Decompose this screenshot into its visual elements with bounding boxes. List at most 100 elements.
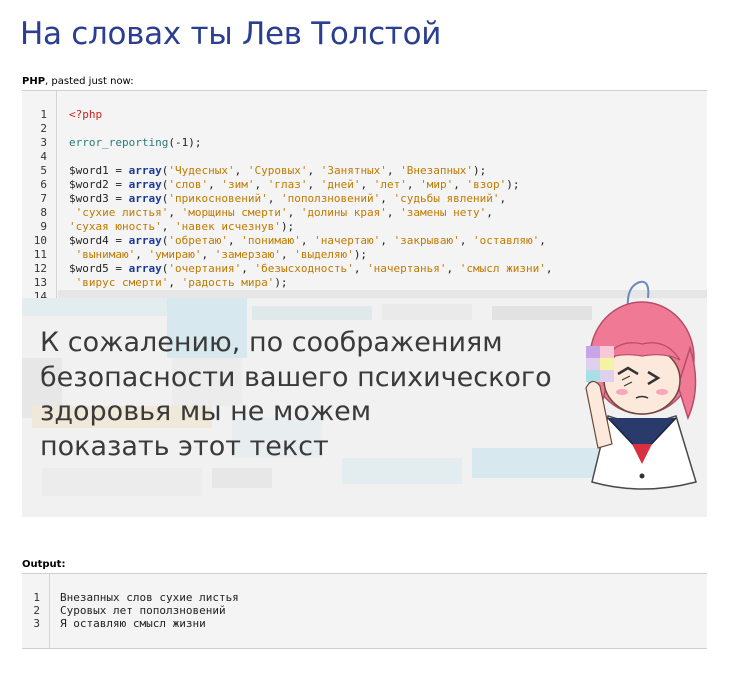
code-token: 'понимаю' xyxy=(241,234,301,247)
code-text: <?php xyxy=(69,108,102,122)
code-token: 'сухая юность' xyxy=(69,220,162,233)
code-token: $word1 = xyxy=(69,164,129,177)
code-token: , xyxy=(254,178,268,191)
code-token: 'навек исчезнув' xyxy=(174,220,281,233)
line-number: 4 xyxy=(40,150,47,163)
code-text: 'вирус смерти', 'радость мира'); xyxy=(69,276,288,290)
code-token: array xyxy=(128,164,162,177)
code-token: <?php xyxy=(69,108,103,121)
code-token: , xyxy=(446,262,460,275)
line-number: 13 xyxy=(33,276,47,289)
code-token: , xyxy=(307,178,321,191)
code-token: array xyxy=(128,234,162,247)
code-token: , xyxy=(241,262,255,275)
code-token: , xyxy=(287,206,301,219)
code-token: 'закрываю' xyxy=(393,234,460,247)
code-token: ); xyxy=(280,220,295,233)
code-token: , xyxy=(459,234,474,247)
code-token: 'мир' xyxy=(420,178,454,191)
output-line-number: 1 xyxy=(33,591,40,604)
code-token: array xyxy=(128,192,162,205)
censor-message-line: К сожалению, по соображениям xyxy=(40,327,503,358)
code-token: 'вынимаю' xyxy=(75,248,136,261)
code-token: 'дней' xyxy=(320,178,361,191)
code-token: 'замены нету' xyxy=(400,206,487,219)
line-number: 10 xyxy=(33,234,47,247)
code-token: , xyxy=(406,178,421,191)
code-token: 'начертанья' xyxy=(367,262,447,275)
code-token: , xyxy=(386,164,401,177)
code-token: ); xyxy=(473,164,487,177)
code-line: 3 error_reporting(-1); xyxy=(22,136,707,150)
output-line: 1 Внезапных слов сухие листья xyxy=(22,591,707,604)
code-token: 'сухие листья' xyxy=(75,206,169,219)
code-token: array xyxy=(128,262,162,275)
code-token: ); xyxy=(274,276,288,289)
code-text: $word2 = array('слов', 'зим', 'глаз', 'д… xyxy=(69,178,519,192)
code-token: , xyxy=(453,178,467,191)
line-number: 11 xyxy=(33,248,47,261)
code-token: 'зим' xyxy=(221,178,255,191)
code-token: , xyxy=(380,234,394,247)
code-token: 'взор' xyxy=(466,178,507,191)
code-token: (-1); xyxy=(168,136,202,149)
code-token: , xyxy=(208,178,222,191)
code-line: 10 $word4 = array('обретаю', 'понимаю', '… xyxy=(22,234,707,248)
output-line: 2 Суровых лет поползновений xyxy=(22,604,707,617)
pixelated-block xyxy=(252,306,372,320)
pixelated-block xyxy=(42,468,202,496)
code-token: 'обретаю' xyxy=(168,234,228,247)
output-lines: 1 Внезапных слов сухие листья 2 Суровых лет… xyxy=(22,591,707,630)
code-token: 'смысл жизни' xyxy=(459,262,546,275)
code-token: , xyxy=(486,206,493,219)
code-token: , xyxy=(386,206,401,219)
code-token: , xyxy=(234,164,248,177)
code-token: , xyxy=(227,234,242,247)
output-line-number: 2 xyxy=(33,604,40,617)
code-token: 'глаз' xyxy=(267,178,308,191)
code-token: error_reporting xyxy=(69,136,169,149)
code-token: 'долины края' xyxy=(300,206,387,219)
paste-language: PHP xyxy=(22,76,46,87)
line-number: 2 xyxy=(40,122,47,135)
code-line: 2 xyxy=(22,122,707,136)
code-line: 11 'вынимаю', 'умираю', 'замерзаю', 'выд… xyxy=(22,248,707,262)
code-line: 6 $word2 = array('слов', 'зим', 'глаз', '… xyxy=(22,178,707,192)
code-text: $word1 = array('Чудесных', 'Суровых', 'З… xyxy=(69,164,486,178)
code-line: 9 'сухая юность', 'навек исчезнув'); xyxy=(22,220,707,234)
line-number: 12 xyxy=(33,262,47,275)
code-token: 'радость мира' xyxy=(181,276,275,289)
code-token: $word3 = xyxy=(69,192,129,205)
code-line: 8 'сухие листья', 'морщины смерти', 'дол… xyxy=(22,206,707,220)
code-token: 'выделяю' xyxy=(294,248,354,261)
code-text: 'сухая юность', 'навек исчезнув'); xyxy=(69,220,294,234)
output-label: Output: xyxy=(22,559,66,570)
code-text: $word4 = array('обретаю', 'понимаю', 'на… xyxy=(69,234,546,248)
code-token: ); xyxy=(506,178,520,191)
code-text: error_reporting(-1); xyxy=(69,136,201,150)
output-panel: 1 Внезапных слов сухие листья 2 Суровых лет… xyxy=(22,573,707,649)
code-token: 'Внезапных' xyxy=(400,164,474,177)
code-token: array xyxy=(128,178,162,191)
code-token: , xyxy=(307,164,321,177)
censor-message: К сожалению, по соображениям безопасности… xyxy=(40,326,610,464)
line-number: 8 xyxy=(40,206,47,219)
line-number: 5 xyxy=(40,164,47,177)
code-token: , xyxy=(360,178,374,191)
censor-message-line: показать этот текст xyxy=(40,430,329,462)
pixelated-block xyxy=(212,468,272,488)
paste-time-label: , pasted just now: xyxy=(45,76,134,87)
code-token: 'Чудесных' xyxy=(168,164,235,177)
code-token: , xyxy=(135,248,149,261)
code-token: 'прикосновений' xyxy=(168,192,268,205)
code-token: 'очертания' xyxy=(168,262,242,275)
output-line: 3 Я оставляю смысл жизни xyxy=(22,617,707,630)
code-text: $word3 = array('прикосновений', 'поползн… xyxy=(69,192,506,206)
code-token: $word2 = xyxy=(69,178,129,191)
code-token: 'начертаю' xyxy=(314,234,381,247)
code-token: 'вирус смерти' xyxy=(75,276,169,289)
pixelated-block xyxy=(492,306,592,320)
